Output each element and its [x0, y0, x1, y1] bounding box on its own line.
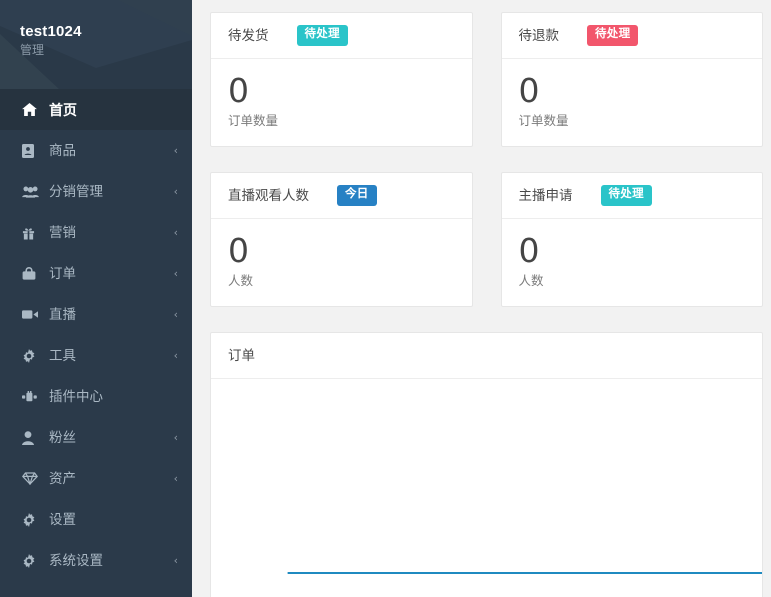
- metric-label: 人数: [518, 274, 544, 288]
- sidebar-item-label: 工具: [49, 347, 76, 363]
- panel-header: 订单: [211, 333, 762, 379]
- sidebar-item-plugins[interactable]: 插件中心: [0, 376, 192, 417]
- card-title: 待退款: [518, 27, 560, 43]
- sidebar-item-label: 资产: [49, 470, 76, 486]
- plugin-icon: [22, 390, 39, 403]
- card-body: 0 订单数量: [502, 59, 763, 146]
- sidebar-item-live[interactable]: 直播 ‹: [0, 294, 192, 335]
- metric-value: 0: [228, 231, 249, 270]
- sidebar-item-fans[interactable]: 粉丝 ‹: [0, 417, 192, 458]
- metric-value: 0: [228, 71, 249, 110]
- bag-icon: [22, 267, 39, 280]
- gear-icon: [22, 553, 39, 568]
- stat-card-host-application[interactable]: 主播申请 待处理 0 人数: [500, 172, 763, 307]
- stat-card-pending-refund[interactable]: 待退款 待处理 0 订单数量: [500, 12, 763, 147]
- sidebar-item-products[interactable]: 商品 ‹: [0, 130, 192, 171]
- card-title: 直播观看人数: [228, 187, 309, 203]
- metric-label: 订单数量: [518, 114, 569, 128]
- status-badge: 待处理: [600, 185, 652, 206]
- main-content: 待发货 待处理 0 订单数量 待退款 待处理 0 订单数量 直播观看人数 今日 …: [192, 0, 771, 597]
- sidebar-item-label: 订单: [49, 265, 76, 281]
- sidebar-item-distribution[interactable]: 分销管理 ‹: [0, 171, 192, 212]
- sidebar-item-label: 首页: [49, 101, 77, 118]
- gear-icon: [22, 512, 39, 527]
- stat-card-pending-shipment[interactable]: 待发货 待处理 0 订单数量: [210, 12, 473, 147]
- sidebar-item-label: 插件中心: [49, 388, 103, 404]
- brand-title: test1024: [20, 23, 82, 40]
- brand-subtitle: 管理: [20, 43, 45, 57]
- metric-value: 0: [518, 71, 540, 110]
- sidebar: test1024 管理 首页 商品 ‹ 分销管理 ‹ 营销 ‹ 订单 ‹ 直播 …: [0, 0, 192, 597]
- status-badge: 今日: [337, 185, 377, 206]
- chevron-left-icon: ‹: [173, 226, 178, 239]
- metric-label: 订单数量: [228, 114, 279, 128]
- card-header: 待发货 待处理: [211, 13, 472, 59]
- status-badge: 待处理: [587, 25, 639, 46]
- sidebar-item-label: 粉丝: [49, 429, 76, 445]
- panel-body: [211, 379, 762, 597]
- card-header: 待退款 待处理: [501, 13, 762, 59]
- chevron-left-icon: ‹: [173, 267, 178, 280]
- sidebar-item-label: 直播: [49, 306, 76, 322]
- home-icon: [22, 103, 39, 116]
- sidebar-nav: 首页 商品 ‹ 分销管理 ‹ 营销 ‹ 订单 ‹ 直播 ‹ 工具 ‹ 插件中心 …: [0, 89, 192, 581]
- sidebar-item-orders[interactable]: 订单 ‹: [0, 253, 192, 294]
- card-body: 0 人数: [211, 219, 472, 306]
- chevron-left-icon: ‹: [173, 431, 178, 444]
- card-body: 0 订单数量: [211, 59, 472, 146]
- card-title: 主播申请: [518, 187, 573, 203]
- sidebar-item-label: 分销管理: [49, 183, 103, 199]
- chevron-left-icon: ‹: [173, 185, 178, 198]
- admin-dashboard: test1024 管理 首页 商品 ‹ 分销管理 ‹ 营销 ‹ 订单 ‹ 直播 …: [0, 0, 771, 597]
- chevron-left-icon: ‹: [173, 554, 178, 567]
- sidebar-item-label: 商品: [49, 142, 76, 158]
- chevron-left-icon: ‹: [173, 144, 178, 157]
- stat-card-row-1: 待发货 待处理 0 订单数量 待退款 待处理 0 订单数量: [210, 12, 763, 147]
- gift-icon: [22, 226, 39, 240]
- brand[interactable]: test1024 管理: [0, 0, 192, 89]
- gear-icon: [22, 348, 39, 363]
- sidebar-item-assets[interactable]: 资产 ‹: [0, 458, 192, 499]
- sidebar-item-system-settings[interactable]: 系统设置 ‹: [0, 540, 192, 581]
- sidebar-item-label: 系统设置: [49, 552, 103, 568]
- chevron-left-icon: ‹: [173, 472, 178, 485]
- user-icon: [22, 430, 39, 445]
- stat-card-live-viewers[interactable]: 直播观看人数 今日 0 人数: [210, 172, 473, 307]
- panel-title: 订单: [228, 347, 255, 363]
- sidebar-item-tools[interactable]: 工具 ‹: [0, 335, 192, 376]
- product-icon: [22, 143, 39, 158]
- card-title: 待发货: [228, 27, 269, 43]
- sidebar-item-home[interactable]: 首页: [0, 89, 192, 130]
- metric-label: 人数: [228, 274, 254, 288]
- metric-value: 0: [518, 231, 540, 270]
- diamond-icon: [22, 472, 39, 485]
- stat-card-row-2: 直播观看人数 今日 0 人数 主播申请 待处理 0 人数: [210, 172, 763, 307]
- card-body: 0 人数: [502, 219, 763, 306]
- chevron-left-icon: ‹: [173, 308, 178, 321]
- card-header: 主播申请 待处理: [501, 173, 762, 219]
- sidebar-item-label: 设置: [49, 511, 76, 527]
- sidebar-item-marketing[interactable]: 营销 ‹: [0, 212, 192, 253]
- card-header: 直播观看人数 今日: [211, 173, 472, 219]
- users-icon: [22, 185, 39, 198]
- status-badge: 待处理: [296, 25, 348, 46]
- orders-chart-panel: 订单: [210, 332, 763, 597]
- video-icon: [22, 309, 39, 320]
- chevron-left-icon: ‹: [173, 349, 178, 362]
- sidebar-item-label: 营销: [49, 224, 76, 240]
- orders-line-chart[interactable]: [211, 379, 762, 597]
- sidebar-item-settings[interactable]: 设置: [0, 499, 192, 540]
